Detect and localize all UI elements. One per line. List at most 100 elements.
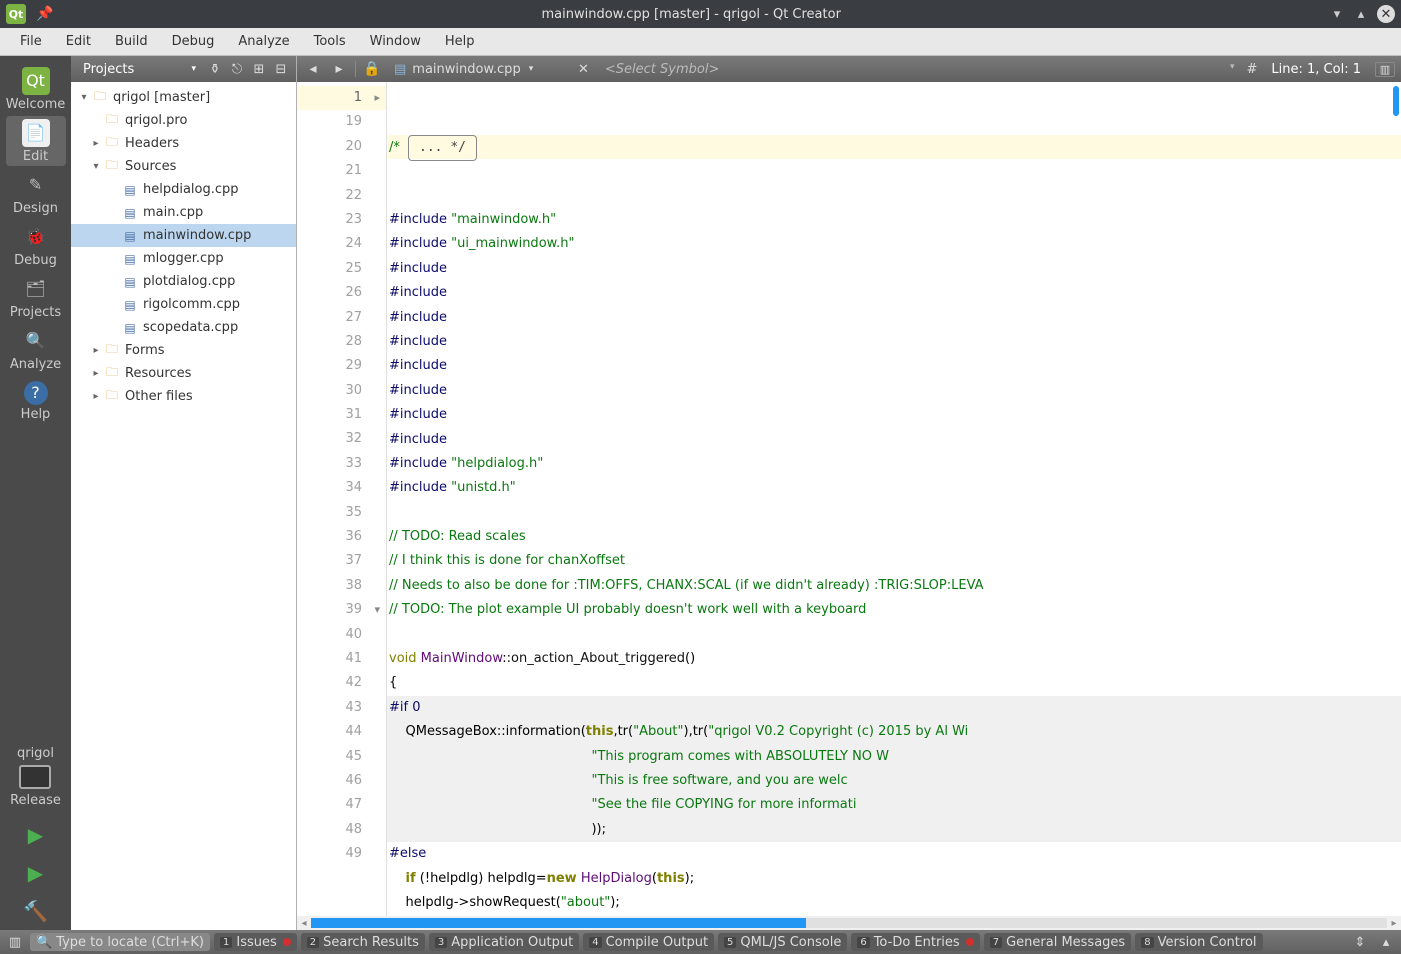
run-debug-button[interactable]: ▶	[21, 858, 51, 888]
code-line[interactable]	[387, 184, 1401, 208]
code-line[interactable]: helpdlg->showRequest("about");	[387, 891, 1401, 915]
menu-tools[interactable]: Tools	[302, 30, 358, 53]
tree-item[interactable]: ▤mlogger.cpp	[71, 247, 296, 270]
code-line[interactable]	[387, 501, 1401, 525]
tree-item[interactable]: ▤helpdialog.cpp	[71, 178, 296, 201]
code-line[interactable]: #include "mainwindow.h"	[387, 208, 1401, 232]
menu-window[interactable]: Window	[358, 30, 433, 53]
expand-arrow-icon[interactable]: ▸	[89, 368, 103, 379]
tree-item[interactable]: ▤scopedata.cpp	[71, 316, 296, 339]
tree-item[interactable]: ▸🗀Resources	[71, 362, 296, 385]
mode-edit[interactable]: 📄 Edit	[6, 116, 66, 166]
file-selector[interactable]: ▤ mainwindow.cpp	[388, 60, 568, 79]
projects-combo[interactable]: Projects	[77, 60, 202, 79]
pin-icon[interactable]: 📌	[36, 6, 53, 22]
scroll-right-icon[interactable]: ▸	[1387, 918, 1401, 929]
code-area[interactable]: /* ... */#include "mainwindow.h"#include…	[387, 82, 1401, 930]
nav-forward-button[interactable]: ▸	[329, 61, 349, 77]
close-file-button[interactable]: ✕	[574, 62, 593, 77]
menu-edit[interactable]: Edit	[54, 30, 103, 53]
code-line[interactable]: // TODO: Read scales	[387, 525, 1401, 549]
menu-file[interactable]: File	[8, 30, 54, 53]
tree-item[interactable]: 🗀qrigol.pro	[71, 109, 296, 132]
code-line[interactable]: #if 0	[387, 696, 1401, 720]
tree-item[interactable]: ▸🗀Other files	[71, 385, 296, 408]
code-line[interactable]: "This is free software, and you are welc	[387, 769, 1401, 793]
filter-icon[interactable]: ⚱	[206, 60, 224, 78]
output-pane-version-control[interactable]: 8Version Control	[1135, 933, 1262, 951]
scroll-thumb[interactable]	[311, 918, 806, 928]
project-tree[interactable]: ▾🗀qrigol [master]🗀qrigol.pro▸🗀Headers▾🗀S…	[71, 82, 296, 930]
line-gutter[interactable]: 1▸19202122232425262728293031323334353637…	[297, 82, 387, 930]
code-line[interactable]: QMessageBox::information(this,tr("About"…	[387, 720, 1401, 744]
code-line[interactable]: #include "helpdialog.h"	[387, 452, 1401, 476]
code-line[interactable]: ));	[387, 818, 1401, 842]
tree-item[interactable]: ▤mainwindow.cpp	[71, 224, 296, 247]
menu-analyze[interactable]: Analyze	[226, 30, 301, 53]
code-line[interactable]: #include	[387, 281, 1401, 305]
editor-body[interactable]: 1▸19202122232425262728293031323334353637…	[297, 82, 1401, 930]
code-line[interactable]: #include	[387, 354, 1401, 378]
tree-item[interactable]: ▸🗀Forms	[71, 339, 296, 362]
code-line[interactable]: // I think this is done for chanXoffset	[387, 549, 1401, 573]
tree-item[interactable]: ▤rigolcomm.cpp	[71, 293, 296, 316]
mode-analyze[interactable]: 🔍 Analyze	[6, 324, 66, 374]
expand-arrow-icon[interactable]: ▾	[89, 161, 103, 172]
expand-arrow-icon[interactable]: ▾	[77, 92, 91, 103]
expand-arrow-icon[interactable]: ▸	[89, 138, 103, 149]
minimize-button[interactable]: ▾	[1329, 6, 1345, 22]
toggle-sidebar-button[interactable]: ▥	[4, 933, 26, 951]
code-line[interactable]: {	[387, 671, 1401, 695]
mode-help[interactable]: ? Help	[6, 376, 66, 426]
code-line[interactable]: // Needs to also be done for :TIM:OFFS, …	[387, 574, 1401, 598]
maximize-button[interactable]: ▴	[1353, 6, 1369, 22]
code-line[interactable]: #include	[387, 403, 1401, 427]
nav-back-button[interactable]: ◂	[303, 61, 323, 77]
code-line[interactable]: #include	[387, 257, 1401, 281]
tree-item[interactable]: ▤plotdialog.cpp	[71, 270, 296, 293]
code-line[interactable]: #include "unistd.h"	[387, 476, 1401, 500]
output-pane-issues[interactable]: 1Issues	[214, 933, 297, 951]
close-split-icon[interactable]: ⊟	[272, 60, 290, 78]
output-pane-general-messages[interactable]: 7General Messages	[984, 933, 1132, 951]
expand-arrow-icon[interactable]: ▸	[89, 391, 103, 402]
code-line[interactable]	[387, 159, 1401, 183]
locator-input[interactable]: 🔍 Type to locate (Ctrl+K)	[30, 933, 210, 951]
code-line[interactable]: #else	[387, 842, 1401, 866]
output-pane-application-output[interactable]: 3Application Output	[429, 933, 579, 951]
mode-welcome[interactable]: Qt Welcome	[6, 64, 66, 114]
tree-item[interactable]: ▤main.cpp	[71, 201, 296, 224]
tree-item[interactable]: ▾🗀qrigol [master]	[71, 86, 296, 109]
mode-debug[interactable]: 🐞 Debug	[6, 220, 66, 270]
menu-debug[interactable]: Debug	[160, 30, 227, 53]
split-button[interactable]: ▥	[1375, 62, 1395, 77]
mode-projects[interactable]: 🗂 Projects	[6, 272, 66, 322]
menu-build[interactable]: Build	[103, 30, 160, 53]
mode-design[interactable]: ✎ Design	[6, 168, 66, 218]
output-pane-to-do-entries[interactable]: 6To-Do Entries	[851, 933, 979, 951]
output-pane-qml-js-console[interactable]: 5QML/JS Console	[718, 933, 847, 951]
add-split-icon[interactable]: ⊞	[250, 60, 268, 78]
pane-max-button[interactable]: ▴	[1375, 933, 1397, 951]
code-line[interactable]: /* ... */	[387, 135, 1401, 159]
tree-item[interactable]: ▸🗀Headers	[71, 132, 296, 155]
menu-help[interactable]: Help	[433, 30, 487, 53]
output-pane-compile-output[interactable]: 4Compile Output	[583, 933, 714, 951]
kit-selector[interactable]: qrigol Release	[10, 746, 61, 808]
code-line[interactable]: #include	[387, 428, 1401, 452]
fold-icon[interactable]: ▾	[374, 598, 380, 622]
horizontal-scrollbar[interactable]: ◂ ▸	[297, 916, 1401, 930]
code-line[interactable]: void MainWindow::on_action_About_trigger…	[387, 647, 1401, 671]
code-line[interactable]: #include "ui_mainwindow.h"	[387, 232, 1401, 256]
run-button[interactable]: ▶	[21, 820, 51, 850]
code-line[interactable]: #include	[387, 379, 1401, 403]
vscroll-indicator[interactable]	[1393, 86, 1399, 116]
code-line[interactable]: "See the file COPYING for more informati	[387, 793, 1401, 817]
code-line[interactable]: "This program comes with ABSOLUTELY NO W	[387, 745, 1401, 769]
scroll-left-icon[interactable]: ◂	[297, 918, 311, 929]
output-pane-search-results[interactable]: 2Search Results	[301, 933, 425, 951]
code-line[interactable]	[387, 623, 1401, 647]
symbol-selector[interactable]: <Select Symbol>	[599, 60, 1241, 79]
code-line[interactable]: // TODO: The plot example UI probably do…	[387, 598, 1401, 622]
code-line[interactable]: #include	[387, 330, 1401, 354]
